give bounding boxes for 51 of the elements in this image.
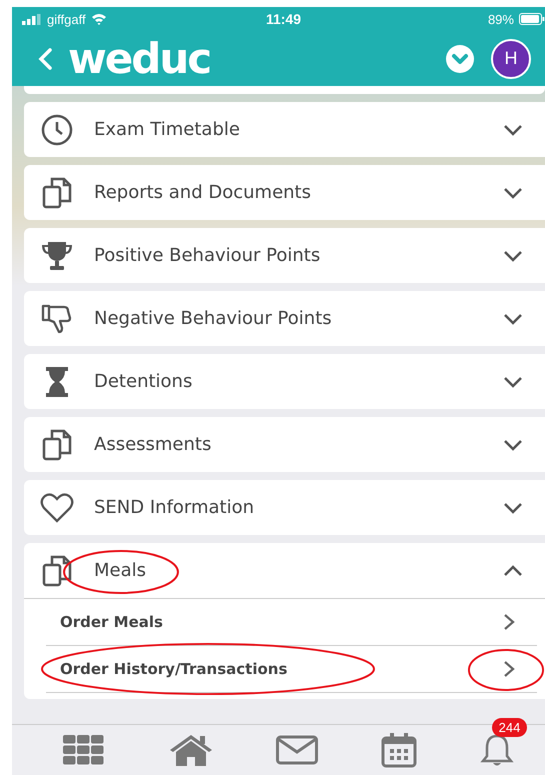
clock-icon <box>40 112 74 146</box>
chevron-down-icon <box>503 186 523 198</box>
accordion-header[interactable]: SEND Information <box>24 480 545 535</box>
section-title: Meals <box>94 560 148 581</box>
dropdown-icon[interactable] <box>445 44 475 74</box>
grid-icon[interactable] <box>63 735 106 765</box>
chevron-down-icon <box>503 502 523 514</box>
chevron-right-icon <box>503 613 515 631</box>
submenu-item[interactable]: Order History/Transactions <box>46 646 537 693</box>
back-icon[interactable] <box>38 48 52 70</box>
avatar-button[interactable]: H <box>491 38 531 78</box>
accordion-header[interactable]: Reports and Documents <box>24 165 545 220</box>
battery-percent: 89% <box>488 12 514 26</box>
documents-icon <box>40 428 74 462</box>
wifi-icon <box>90 13 107 25</box>
accordion-header[interactable]: Positive Behaviour Points <box>24 228 545 283</box>
chevron-down-icon <box>503 250 523 262</box>
accordion-header[interactable]: Meals <box>24 543 545 599</box>
carrier-name: giffgaff <box>47 12 86 26</box>
signal-icon <box>22 14 42 24</box>
submenu-label: Order History/Transactions <box>60 660 288 678</box>
submenu-item[interactable]: Order Meals <box>46 599 537 646</box>
heart-icon <box>40 490 74 524</box>
mail-icon[interactable] <box>276 735 318 765</box>
bell-icon[interactable] <box>480 732 514 768</box>
section-title: Positive Behaviour Points <box>94 245 322 266</box>
chevron-down-icon <box>503 376 523 388</box>
battery-icon <box>518 13 545 25</box>
section-title: SEND Information <box>94 497 256 518</box>
chevron-down-icon <box>503 438 523 450</box>
accordion-header[interactable]: Detentions <box>24 354 545 409</box>
chevron-down-icon <box>503 124 523 136</box>
chevron-up-icon <box>503 564 523 576</box>
app-logo: weduc <box>68 38 210 80</box>
section-title: Negative Behaviour Points <box>94 308 333 329</box>
section-title: Assessments <box>94 434 212 455</box>
section-title: Reports and Documents <box>94 182 312 203</box>
section-title: Exam Timetable <box>94 119 241 140</box>
accordion-header[interactable]: Exam Timetable <box>24 102 545 157</box>
clock-time: 11:49 <box>266 11 302 27</box>
chevron-right-icon <box>503 660 515 678</box>
accordion-header[interactable]: Negative Behaviour Points <box>24 291 545 346</box>
section-title: Detentions <box>94 371 194 392</box>
notification-count: 244 <box>492 718 528 737</box>
home-icon[interactable] <box>168 733 214 767</box>
documents-icon <box>40 176 74 210</box>
calendar-icon[interactable] <box>381 732 418 768</box>
accordion-header[interactable]: Assessments <box>24 417 545 472</box>
documents-icon <box>40 554 74 588</box>
chevron-down-icon <box>503 312 523 324</box>
submenu-label: Order Meals <box>60 613 163 631</box>
